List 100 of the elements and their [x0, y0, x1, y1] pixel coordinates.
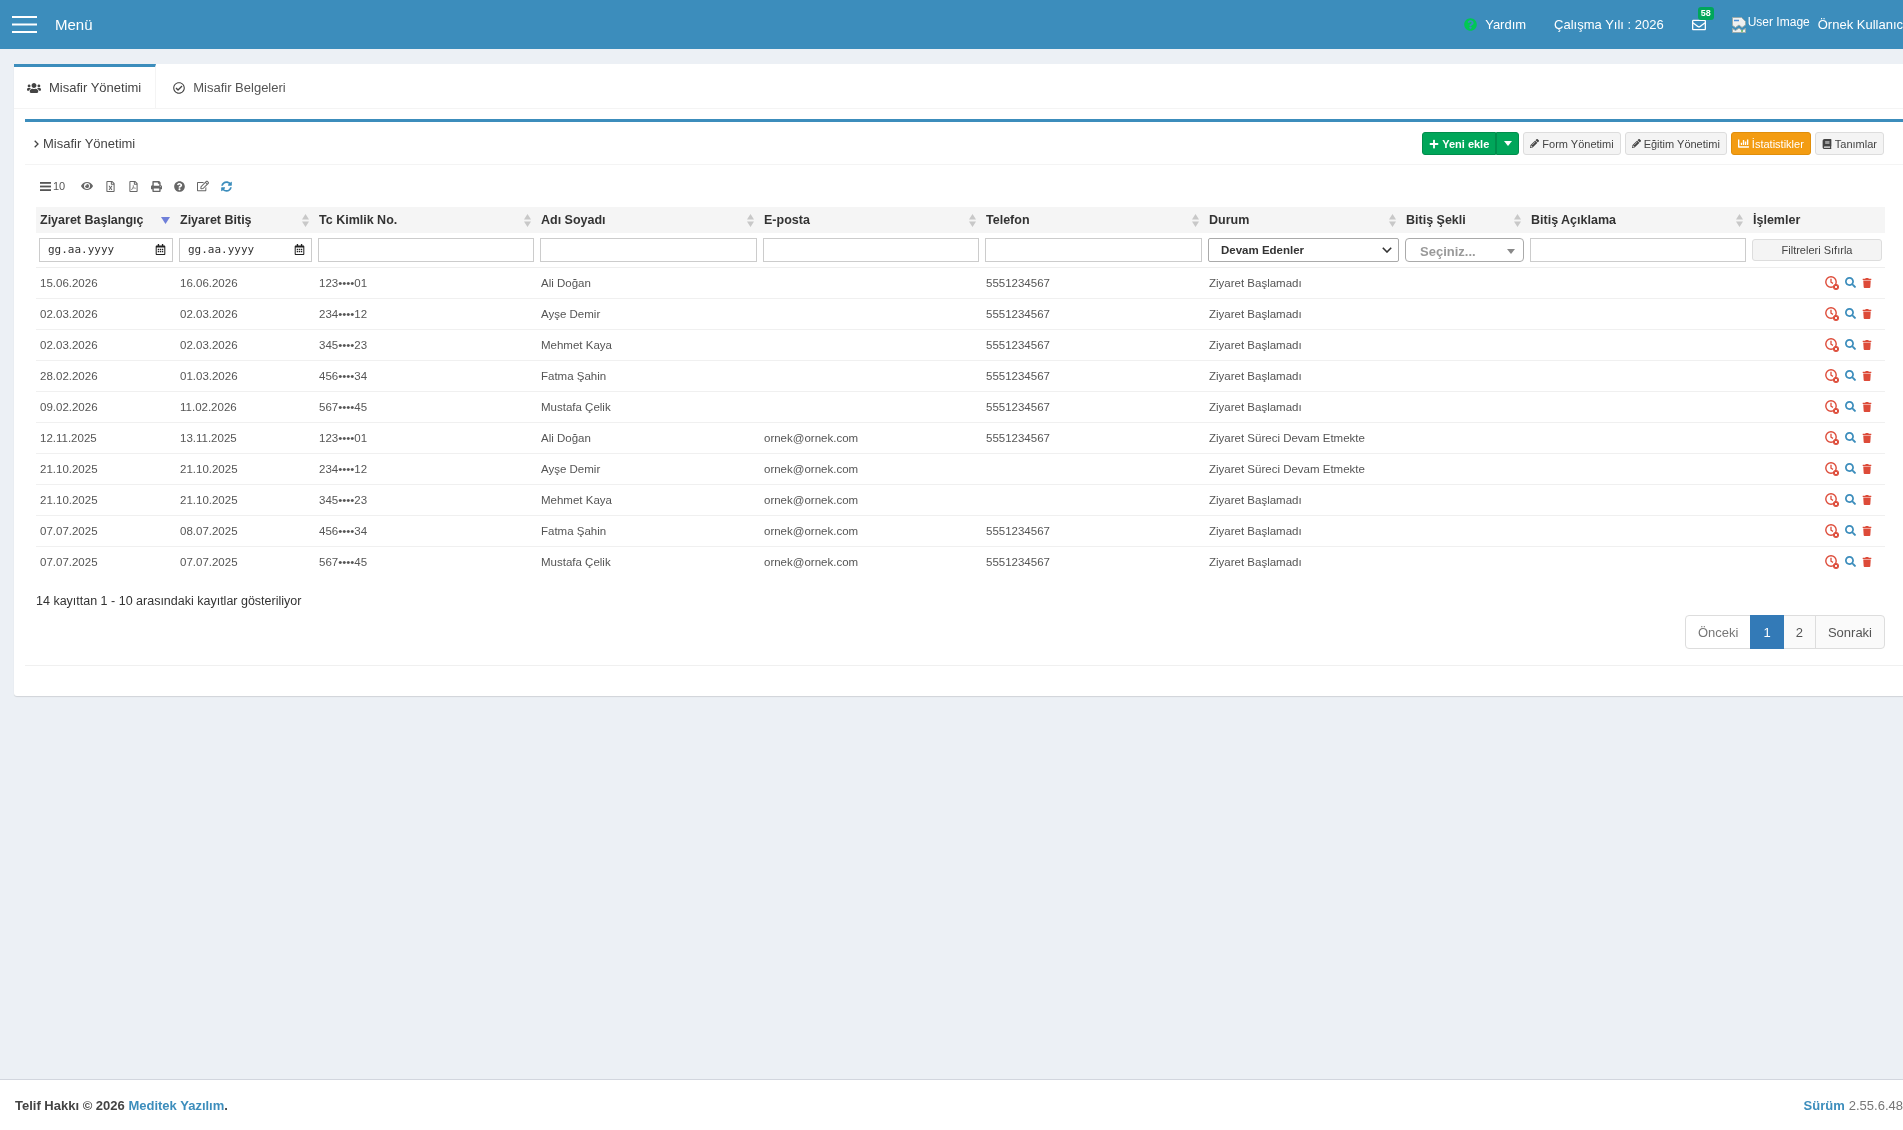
table-cell: 13.11.2025 [176, 422, 315, 453]
page-size-button[interactable]: 10 [40, 180, 66, 192]
column-header[interactable]: Durum [1205, 207, 1402, 233]
table-cell: Ziyaret Başlamadı [1205, 298, 1402, 329]
notification-badge: 58 [1697, 6, 1714, 20]
clock-x-icon[interactable] [1825, 554, 1839, 569]
select-field[interactable]: Devam Edenler [1208, 237, 1399, 262]
table-cell: 01.03.2026 [176, 360, 315, 391]
table-cell: 02.03.2026 [36, 298, 176, 329]
edit-icon[interactable] [197, 180, 210, 192]
spreadsheet-file-icon[interactable] [105, 180, 117, 192]
trash-icon[interactable] [1862, 277, 1872, 288]
table-cell: Ali Doğan [537, 422, 760, 453]
table-cell: 21.10.2025 [36, 453, 176, 484]
clock-x-icon[interactable] [1825, 275, 1839, 290]
text-field[interactable] [1530, 237, 1746, 262]
print-icon[interactable] [151, 180, 163, 192]
action-button[interactable]: Tanımlar [1814, 132, 1884, 155]
calendar-icon[interactable] [155, 243, 166, 255]
menu-button[interactable]: Menü [12, 16, 93, 33]
search-icon[interactable] [1845, 525, 1856, 536]
table-cell: 567••••45 [315, 391, 537, 422]
search-icon[interactable] [1845, 308, 1856, 319]
table-cell: Ayşe Demir [537, 453, 760, 484]
date-field[interactable]: gg.aa.yyyy [39, 237, 173, 262]
table-cell: Ayşe Demir [537, 298, 760, 329]
search-icon[interactable] [1845, 432, 1856, 443]
search-icon[interactable] [1845, 556, 1856, 568]
user-name[interactable]: Örnek Kullanıc [1817, 17, 1903, 32]
sort-descending-icon[interactable] [161, 216, 170, 224]
tab[interactable]: Misafir Yönetimi [14, 64, 157, 108]
table-cell: Ziyaret Başlamadı [1205, 515, 1402, 546]
text-field[interactable] [318, 237, 534, 262]
clock-x-icon[interactable] [1825, 492, 1839, 507]
column-header[interactable]: Bitiş Şekli [1402, 207, 1527, 233]
table-cell: Ziyaret Başlamadı [1205, 391, 1402, 422]
page-button[interactable]: Sonraki [1814, 615, 1885, 649]
clock-x-icon[interactable] [1825, 337, 1839, 352]
search-icon[interactable] [1845, 463, 1856, 474]
text-field[interactable] [985, 237, 1202, 262]
clock-x-icon[interactable] [1825, 306, 1839, 321]
table-cell: Ziyaret Başlamadı [1205, 360, 1402, 391]
text-field[interactable] [540, 237, 757, 262]
reset-filters-button[interactable]: Filtreleri Sıfırla [1752, 238, 1882, 261]
trash-icon[interactable] [1862, 370, 1872, 381]
table-cell: 07.07.2025 [176, 546, 315, 577]
trash-icon[interactable] [1862, 339, 1872, 350]
table-cell: Ali Doğan [537, 267, 760, 298]
column-label: Durum [1209, 213, 1250, 227]
trash-icon[interactable] [1862, 494, 1872, 505]
search-icon[interactable] [1845, 401, 1856, 412]
mail-icon[interactable] [1691, 17, 1706, 32]
date-field[interactable]: gg.aa.yyyy [179, 237, 312, 262]
search-icon[interactable] [1845, 339, 1856, 350]
column-label: Adı Soyadı [541, 213, 606, 227]
trash-icon[interactable] [1862, 556, 1872, 567]
trash-icon[interactable] [1862, 525, 1872, 536]
clock-x-icon[interactable] [1825, 368, 1839, 383]
list-icon [40, 181, 51, 191]
clock-x-icon[interactable] [1825, 461, 1839, 476]
column-header[interactable]: Ziyaret Bitiş [176, 207, 315, 233]
trash-icon[interactable] [1862, 308, 1872, 319]
plus-icon [1429, 138, 1440, 149]
column-header[interactable]: Adı Soyadı [537, 207, 760, 233]
table-cell: Ziyaret Başlamadı [1205, 546, 1402, 577]
action-button[interactable]: Eğitim Yönetimi [1624, 132, 1727, 155]
column-label: Tc Kimlik No. [319, 213, 398, 227]
clock-x-icon[interactable] [1825, 523, 1839, 538]
page-button[interactable]: 2 [1782, 615, 1816, 649]
search-icon[interactable] [1845, 370, 1856, 381]
calendar-icon[interactable] [294, 243, 305, 255]
search-icon[interactable] [1845, 277, 1856, 288]
dropdown-button[interactable] [1496, 132, 1520, 155]
table-cell: 09.02.2026 [36, 391, 176, 422]
trash-icon[interactable] [1862, 463, 1872, 474]
column-header[interactable]: E-posta [760, 207, 982, 233]
page-button[interactable]: 1 [1750, 615, 1784, 649]
help-link[interactable]: Yardım [1464, 17, 1527, 32]
action-button[interactable]: Form Yönetimi [1523, 132, 1621, 155]
refresh-icon[interactable] [221, 180, 233, 192]
column-header[interactable]: Telefon [982, 207, 1205, 233]
eye-icon[interactable] [81, 180, 94, 192]
trash-icon[interactable] [1862, 401, 1872, 412]
clock-x-icon[interactable] [1825, 399, 1839, 414]
table-cell: 123••••01 [315, 267, 537, 298]
table-cell: 5551234567 [982, 267, 1205, 298]
column-header[interactable]: Bitiş Açıklama [1527, 207, 1749, 233]
trash-icon[interactable] [1862, 432, 1872, 443]
search-icon[interactable] [1845, 494, 1856, 505]
column-header[interactable]: Ziyaret Başlangıç [36, 207, 176, 233]
clock-x-icon[interactable] [1825, 430, 1839, 445]
column-header[interactable]: Tc Kimlik No. [315, 207, 537, 233]
pdf-file-icon[interactable] [128, 180, 140, 192]
table-cell: ornek@ornek.com [760, 484, 982, 515]
table-cell: 5551234567 [982, 546, 1205, 577]
broken-image-icon [1731, 16, 1746, 33]
table-cell: Ziyaret Başlamadı [1205, 329, 1402, 360]
text-field[interactable] [763, 237, 979, 262]
table-cell: Mehmet Kaya [537, 329, 760, 360]
help-icon[interactable] [174, 180, 186, 192]
